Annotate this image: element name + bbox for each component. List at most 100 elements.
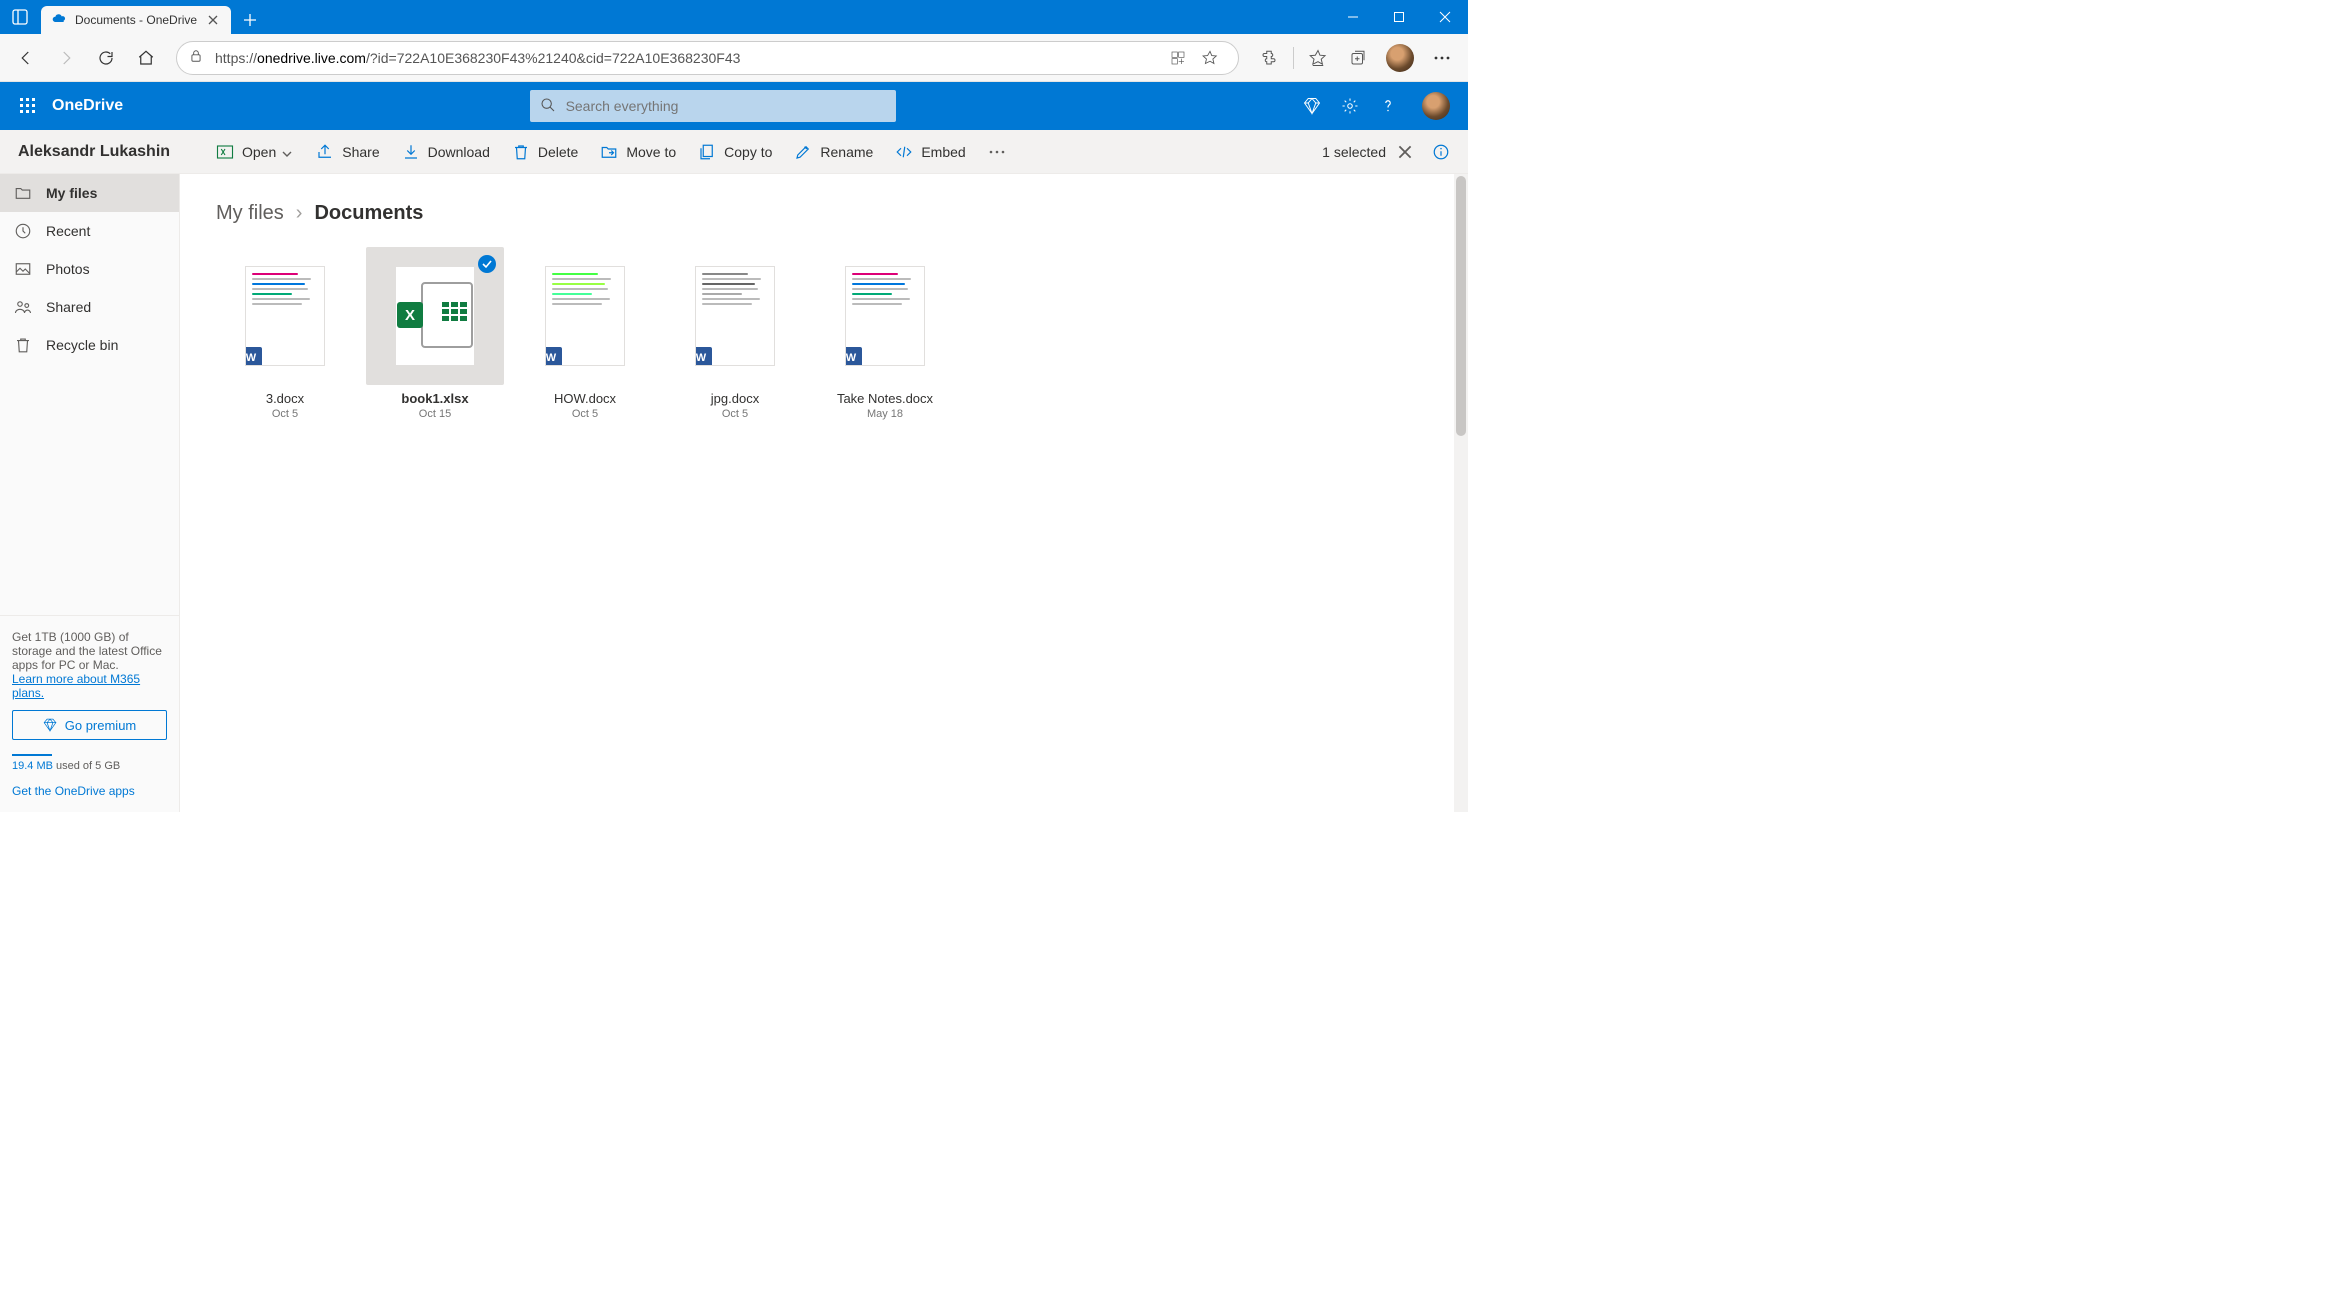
forward-button[interactable] — [48, 40, 84, 76]
search-input[interactable] — [566, 98, 886, 114]
browser-navbar: https://onedrive.live.com/?id=722A10E368… — [0, 34, 1468, 82]
app-launcher-icon[interactable] — [12, 90, 44, 122]
copy-icon — [698, 143, 716, 161]
home-button[interactable] — [128, 40, 164, 76]
account-avatar[interactable] — [1422, 92, 1450, 120]
promo-text: Get 1TB (1000 GB) of storage and the lat… — [12, 630, 167, 672]
new-tab-button[interactable] — [235, 6, 265, 34]
sidebar-item-photos[interactable]: Photos — [0, 250, 179, 288]
word-badge-icon: W — [695, 347, 712, 366]
file-tile[interactable]: W — [516, 247, 654, 385]
shared-icon — [14, 298, 32, 316]
titlebar: Documents - OneDrive — [0, 0, 1468, 34]
help-icon[interactable] — [1378, 96, 1398, 116]
rename-icon — [794, 143, 812, 161]
file-name: 3.docx — [266, 391, 304, 406]
premium-icon[interactable] — [1302, 96, 1322, 116]
search-box[interactable] — [530, 90, 896, 122]
breadcrumb-current: Documents — [314, 202, 423, 225]
address-bar[interactable]: https://onedrive.live.com/?id=722A10E368… — [176, 41, 1239, 75]
file-name: jpg.docx — [711, 391, 759, 406]
share-button[interactable]: Share — [316, 143, 379, 161]
delete-icon — [512, 143, 530, 161]
promo-link[interactable]: Learn more about M365 plans. — [12, 672, 140, 700]
command-bar: Aleksandr Lukashin Open Share Download D… — [0, 130, 1468, 174]
browser-tab[interactable]: Documents - OneDrive — [41, 6, 231, 34]
tab-actions-icon[interactable] — [0, 9, 40, 25]
browser-profile-avatar[interactable] — [1386, 44, 1414, 72]
go-premium-button[interactable]: Go premium — [12, 710, 167, 740]
share-icon — [316, 143, 334, 161]
favorites-icon[interactable] — [1300, 40, 1336, 76]
sidebar-promo: Get 1TB (1000 GB) of storage and the lat… — [0, 615, 179, 812]
sidebar-item-my-files[interactable]: My files — [0, 174, 179, 212]
chevron-right-icon: › — [296, 202, 303, 225]
app-name[interactable]: OneDrive — [52, 97, 123, 115]
more-commands-icon[interactable] — [988, 143, 1006, 161]
maximize-button[interactable] — [1376, 0, 1422, 34]
file-tile[interactable]: W — [216, 247, 354, 385]
open-button[interactable]: Open — [216, 143, 294, 161]
file-date: Oct 5 — [272, 408, 298, 420]
file-date: May 18 — [867, 408, 903, 420]
extensions-icon[interactable] — [1251, 40, 1287, 76]
breadcrumb: My files › Documents — [216, 202, 1432, 225]
word-badge-icon: W — [545, 347, 562, 366]
minimize-button[interactable] — [1330, 0, 1376, 34]
lock-icon — [189, 49, 205, 66]
scrollbar[interactable] — [1454, 174, 1468, 812]
file-tile[interactable]: W — [816, 247, 954, 385]
chevron-down-icon — [282, 146, 294, 158]
embed-icon — [895, 143, 913, 161]
close-window-button[interactable] — [1422, 0, 1468, 34]
move-icon — [600, 143, 618, 161]
main-content: My files › Documents W 3.docx Oct 5 Xbook1.… — [180, 174, 1468, 812]
clear-selection-icon[interactable] — [1396, 143, 1414, 161]
rename-button[interactable]: Rename — [794, 143, 873, 161]
add-favorite-icon[interactable] — [1194, 42, 1226, 74]
file-tile[interactable]: W — [666, 247, 804, 385]
file-tile[interactable]: X — [366, 247, 504, 385]
file-date: Oct 15 — [419, 408, 451, 420]
browser-menu-icon[interactable] — [1424, 40, 1460, 76]
tab-title: Documents - OneDrive — [75, 13, 197, 27]
sidebar-item-recent[interactable]: Recent — [0, 212, 179, 250]
storage-usage: 19.4 MB used of 5 GB — [12, 754, 167, 772]
folder-icon — [14, 184, 32, 202]
file-date: Oct 5 — [572, 408, 598, 420]
excel-icon — [216, 143, 234, 161]
app-header: OneDrive — [0, 82, 1468, 130]
get-apps-link[interactable]: Get the OneDrive apps — [12, 784, 167, 798]
collections-icon[interactable] — [1340, 40, 1376, 76]
file-name: HOW.docx — [554, 391, 616, 406]
check-icon — [478, 255, 496, 273]
onedrive-favicon-icon — [51, 12, 67, 28]
download-icon — [402, 143, 420, 161]
url-text: https://onedrive.live.com/?id=722A10E368… — [215, 50, 1162, 66]
info-icon[interactable] — [1432, 143, 1450, 161]
owner-name: Aleksandr Lukashin — [18, 143, 198, 161]
sidebar-item-shared[interactable]: Shared — [0, 288, 179, 326]
search-icon — [540, 97, 556, 116]
breadcrumb-root[interactable]: My files — [216, 202, 284, 225]
word-badge-icon: W — [245, 347, 262, 366]
move-button[interactable]: Move to — [600, 143, 676, 161]
photos-icon — [14, 260, 32, 278]
word-badge-icon: W — [845, 347, 862, 366]
close-tab-icon[interactable] — [205, 12, 221, 28]
delete-button[interactable]: Delete — [512, 143, 578, 161]
sidebar-item-recycle[interactable]: Recycle bin — [0, 326, 179, 364]
app-available-icon[interactable] — [1162, 42, 1194, 74]
embed-button[interactable]: Embed — [895, 143, 965, 161]
back-button[interactable] — [8, 40, 44, 76]
refresh-button[interactable] — [88, 40, 124, 76]
file-date: Oct 5 — [722, 408, 748, 420]
settings-icon[interactable] — [1340, 96, 1360, 116]
file-name: book1.xlsx — [401, 391, 468, 406]
file-name: Take Notes.docx — [837, 391, 933, 406]
copy-button[interactable]: Copy to — [698, 143, 772, 161]
download-button[interactable]: Download — [402, 143, 490, 161]
selection-count: 1 selected — [1322, 144, 1386, 160]
recycle-icon — [14, 336, 32, 354]
recent-icon — [14, 222, 32, 240]
